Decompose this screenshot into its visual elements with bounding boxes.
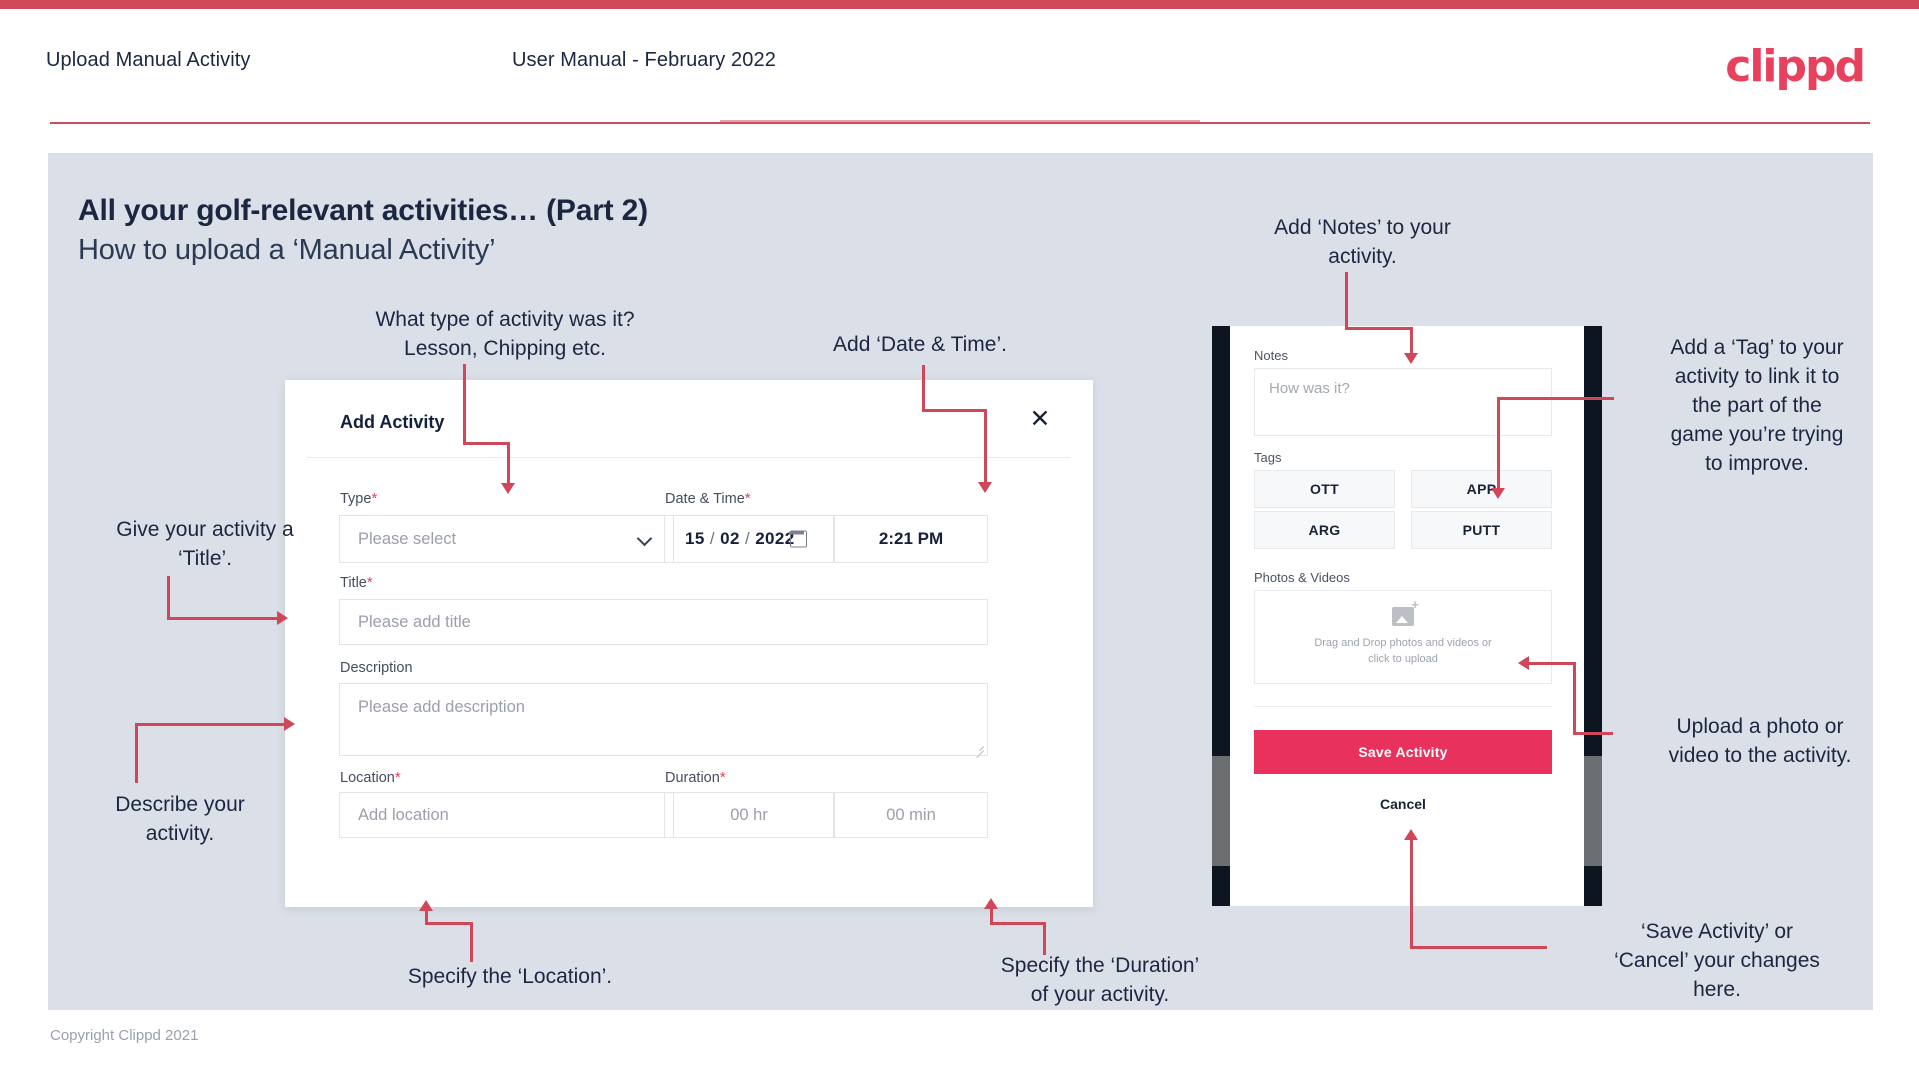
location-label: Location*	[340, 769, 401, 786]
slide-subtitle: How to upload a ‘Manual Activity’	[78, 234, 496, 266]
chevron-down-icon	[639, 532, 653, 546]
dialog-header-divider	[307, 457, 1071, 458]
cancel-button[interactable]: Cancel	[1254, 796, 1552, 812]
description-textarea[interactable]: Please add description	[339, 683, 988, 756]
tag-button-arg[interactable]: ARG	[1254, 511, 1395, 549]
callout-description: Describe your activity.	[115, 793, 245, 845]
tag-button-putt[interactable]: PUTT	[1411, 511, 1552, 549]
date-day: 15	[685, 529, 705, 548]
save-activity-button[interactable]: Save Activity	[1254, 730, 1552, 774]
duration-label: Duration*	[665, 769, 726, 786]
datetime-label: Date & Time*	[665, 490, 751, 507]
callout-save: ‘Save Activity’ or ‘Cancel’ your changes…	[1614, 920, 1820, 1001]
duration-minutes-input[interactable]: 00 min	[834, 792, 988, 838]
phone-scroll-indicator-right	[1584, 756, 1602, 866]
slide-title: All your golf-relevant activities… (Part…	[78, 194, 648, 227]
required-asterisk: *	[371, 490, 378, 507]
time-input[interactable]: 2:21 PM	[834, 515, 988, 563]
dropzone-text-line2: click to upload	[1368, 653, 1438, 665]
add-image-icon	[1392, 598, 1419, 626]
phone-divider	[1254, 706, 1552, 707]
description-placeholder: Please add description	[358, 698, 525, 716]
phone-mockup: Notes How was it? Tags OTT APP ARG PUTT …	[1212, 326, 1602, 906]
title-placeholder: Please add title	[358, 612, 471, 631]
required-asterisk: *	[719, 769, 726, 786]
notes-label: Notes	[1254, 348, 1288, 363]
required-asterisk: *	[744, 490, 751, 507]
photos-label: Photos & Videos	[1254, 570, 1350, 585]
header-divider-light	[720, 120, 1200, 122]
date-separator-1: /	[709, 529, 715, 548]
date-input[interactable]: 15 / 02 / 2022	[664, 515, 834, 563]
callout-tags: Add a ‘Tag’ to your activity to link it …	[1670, 336, 1844, 475]
callout-title: Give your activity a ‘Title’.	[116, 518, 294, 570]
phone-frame-right	[1584, 326, 1602, 906]
date-month: 02	[720, 529, 740, 548]
type-select[interactable]: Please select	[339, 515, 674, 563]
dropzone-text-line1: Drag and Drop photos and videos or	[1314, 637, 1492, 649]
footer-copyright: Copyright Clippd 2021	[50, 1027, 199, 1044]
tag-button-ott[interactable]: OTT	[1254, 470, 1395, 508]
header-divider	[50, 122, 1870, 124]
dialog-title: Add Activity	[340, 412, 445, 432]
notes-textarea[interactable]: How was it?	[1254, 368, 1552, 436]
type-label: Type*	[340, 490, 378, 507]
callout-photos: Upload a photo or video to the activity.	[1668, 715, 1852, 767]
title-input[interactable]: Please add title	[339, 599, 988, 645]
callout-location: Specify the ‘Location’.	[407, 965, 613, 988]
required-asterisk: *	[394, 769, 401, 786]
resize-handle-icon[interactable]	[974, 742, 984, 752]
callout-datetime: Add ‘Date & Time’.	[833, 333, 1007, 356]
required-asterisk: *	[366, 574, 373, 591]
callout-type: What type of activity was it? Lesson, Ch…	[375, 308, 635, 360]
time-value: 2:21 PM	[878, 529, 944, 548]
callout-duration: Specify the ‘Duration’ of your activity.	[1000, 954, 1200, 1006]
page-header: Upload Manual Activity User Manual - Feb…	[0, 9, 1919, 127]
header-left-title: Upload Manual Activity	[46, 49, 251, 71]
location-input[interactable]: Add location	[339, 792, 674, 838]
tags-label: Tags	[1254, 450, 1282, 465]
description-label: Description	[340, 660, 413, 676]
phone-frame-left	[1212, 326, 1230, 906]
duration-hours-input[interactable]: 00 hr	[664, 792, 834, 838]
notes-placeholder: How was it?	[1269, 380, 1350, 397]
photo-dropzone[interactable]: Drag and Drop photos and videos or click…	[1254, 590, 1552, 684]
top-accent-bar	[0, 0, 1919, 9]
close-icon[interactable]: ✕	[1023, 402, 1057, 436]
calendar-icon[interactable]	[789, 530, 807, 548]
clippd-logo: clippd	[1725, 41, 1866, 92]
date-separator-2: /	[744, 529, 751, 548]
duration-hours-value: 00 hr	[730, 805, 768, 824]
title-label: Title*	[340, 574, 373, 591]
callout-notes: Add ‘Notes’ to your activity.	[1274, 216, 1451, 268]
duration-minutes-value: 00 min	[886, 805, 936, 824]
phone-scroll-indicator-left	[1212, 756, 1230, 866]
location-placeholder: Add location	[358, 805, 449, 824]
header-center-title: User Manual - February 2022	[512, 49, 776, 71]
add-activity-dialog: Add Activity ✕ Type* Please select Date …	[285, 380, 1093, 907]
tag-button-app[interactable]: APP	[1411, 470, 1552, 508]
phone-screen: Notes How was it? Tags OTT APP ARG PUTT …	[1230, 326, 1584, 906]
